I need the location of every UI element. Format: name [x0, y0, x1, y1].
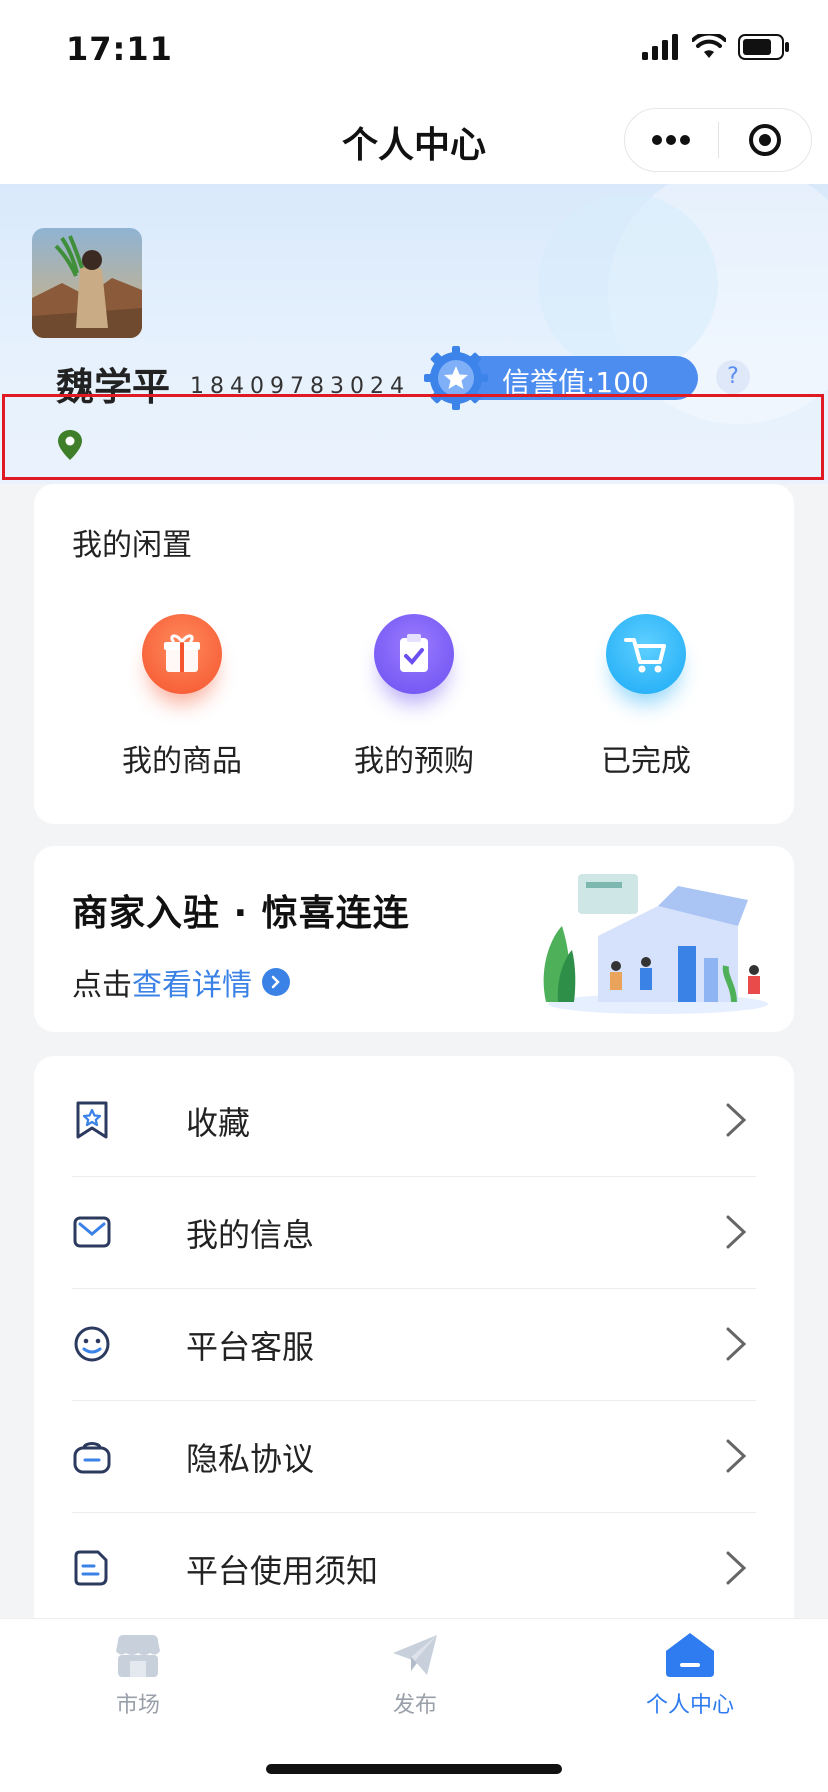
avatar[interactable]: [32, 228, 142, 338]
menu-item-my-info[interactable]: 我的信息: [72, 1176, 756, 1289]
wifi-icon: [692, 34, 726, 58]
bag-icon: [73, 1442, 111, 1474]
shop-illustration: [543, 874, 768, 1014]
tab-label: 市场: [115, 1693, 160, 1718]
battery-icon: [738, 34, 789, 60]
nav-bar: 个人中心: [0, 98, 828, 184]
menu-label: 隐私协议: [186, 1440, 315, 1478]
avatar-image: [32, 228, 142, 338]
home-icon: [666, 1633, 714, 1677]
tab-label: 发布: [392, 1693, 437, 1718]
more-button[interactable]: [625, 109, 718, 171]
chevron-right-icon: [726, 1439, 747, 1473]
menu-label: 我的信息: [186, 1216, 315, 1254]
menu-label: 收藏: [186, 1104, 251, 1142]
close-button[interactable]: [719, 109, 812, 171]
arrow-right-circle-icon[interactable]: [262, 968, 290, 996]
chevron-right-icon: [726, 1327, 747, 1361]
my-products-button[interactable]: 我的商品: [82, 614, 282, 780]
my-preorders-label: 我的预购: [354, 744, 474, 779]
tab-market[interactable]: 市场: [68, 1631, 208, 1719]
profile-banner: 魏学平 18409783024 信誉值:100 ?: [0, 184, 828, 484]
screen: 17:11 个人中心 魏学平 18409783024 信誉值:100 ? 我的闲…: [0, 0, 828, 1792]
status-icons: [642, 34, 790, 60]
mail-icon: [73, 1216, 111, 1248]
chevron-right-icon: [726, 1103, 747, 1137]
menu-label: 平台使用须知: [186, 1552, 379, 1590]
target-icon: [748, 124, 781, 156]
menu-item-customer-service[interactable]: 平台客服: [72, 1288, 756, 1401]
home-indicator: [266, 1764, 562, 1774]
idle-card: 我的闲置 我的商品 我的预购 已完成: [34, 484, 794, 824]
completed-label: 已完成: [601, 744, 691, 779]
view-details-link[interactable]: 查看详情: [132, 960, 252, 1004]
status-time: 17:11: [66, 30, 173, 68]
tab-label: 个人中心: [645, 1693, 734, 1718]
my-products-label: 我的商品: [122, 744, 242, 779]
completed-button[interactable]: 已完成: [546, 614, 746, 780]
gift-icon: [142, 614, 222, 694]
tab-personal-center[interactable]: 个人中心: [620, 1631, 760, 1719]
my-preorders-button[interactable]: 我的预购: [314, 614, 514, 780]
more-dots-icon: [652, 135, 691, 145]
merchant-banner[interactable]: 商家入驻 · 惊喜连连 点击 查看详情: [34, 846, 794, 1032]
menu-item-usage-notice[interactable]: 平台使用须知: [72, 1512, 756, 1624]
decor-bubble: [538, 194, 718, 374]
bookmark-star-icon: [76, 1101, 108, 1139]
chevron-right-icon: [726, 1551, 747, 1585]
cart-icon: [606, 614, 686, 694]
document-icon: [74, 1550, 108, 1586]
help-icon[interactable]: ?: [716, 360, 750, 394]
chevron-right-icon: [726, 1215, 747, 1249]
signal-icon: [642, 34, 678, 60]
idle-title: 我的闲置: [72, 528, 192, 563]
mini-program-capsule: [624, 108, 812, 172]
menu-item-privacy[interactable]: 隐私协议: [72, 1400, 756, 1513]
merchant-prefix: 点击: [72, 968, 132, 1003]
highlight-box: [2, 394, 824, 480]
menu-label: 平台客服: [186, 1328, 315, 1366]
smile-face-icon: [74, 1326, 110, 1362]
paper-plane-icon: [393, 1635, 437, 1675]
shop-icon: [116, 1635, 160, 1677]
merchant-title: 商家入驻 · 惊喜连连: [72, 893, 410, 934]
status-bar: 17:11: [0, 0, 828, 98]
merchant-subtitle: 点击 查看详情: [72, 960, 290, 1004]
tab-publish[interactable]: 发布: [345, 1631, 485, 1719]
menu-item-favorites[interactable]: 收藏: [72, 1064, 756, 1177]
clipboard-check-icon: [374, 614, 454, 694]
